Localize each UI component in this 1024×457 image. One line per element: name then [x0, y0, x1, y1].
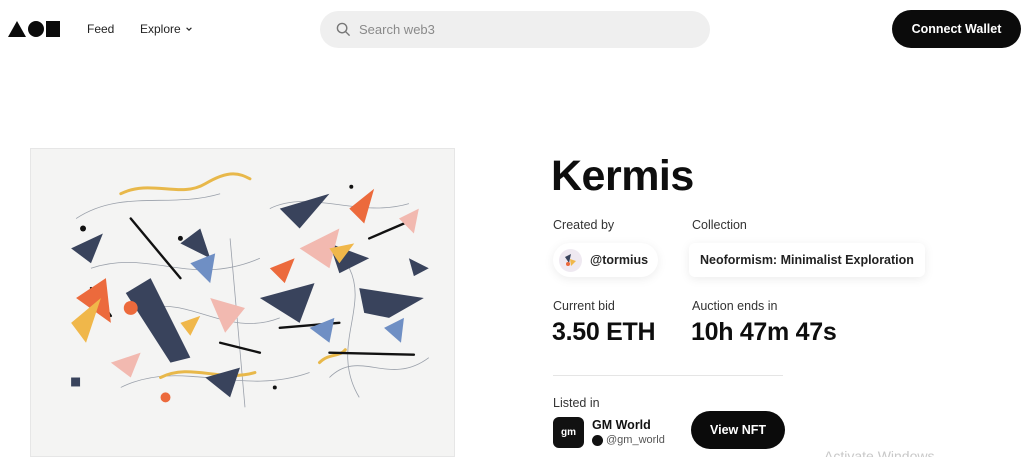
view-nft-button[interactable]: View NFT: [691, 411, 785, 449]
collection-label: Collection: [692, 218, 747, 232]
nft-artwork-image[interactable]: [30, 148, 455, 457]
search-input[interactable]: [359, 22, 679, 37]
gm-world-logo-text: gm: [561, 427, 576, 438]
search-bar[interactable]: [320, 11, 710, 48]
chevron-down-icon: [185, 27, 192, 31]
collection-chip[interactable]: Neoformism: Minimalist Exploration: [689, 243, 925, 277]
creator-chip[interactable]: @tormius: [553, 243, 659, 277]
nav-feed-link[interactable]: Feed: [87, 22, 114, 36]
listed-in-handle-row[interactable]: @gm_world: [592, 434, 665, 446]
nav-explore-dropdown[interactable]: Explore: [140, 22, 193, 36]
auction-ends-label: Auction ends in: [692, 299, 778, 313]
listed-in-name[interactable]: GM World: [592, 418, 651, 432]
collection-name: Neoformism: Minimalist Exploration: [700, 253, 914, 267]
nav-explore-label: Explore: [140, 22, 181, 36]
nav-feed-label: Feed: [87, 22, 115, 36]
listed-in-handle: @gm_world: [606, 434, 665, 446]
section-divider: [553, 375, 783, 376]
nft-title: Kermis: [551, 152, 694, 200]
creator-handle: @tormius: [590, 253, 649, 267]
auction-countdown: 10h 47m 47s: [691, 318, 837, 346]
abstract-artwork: [71, 172, 430, 408]
os-activation-watermark: Activate Windows: [824, 448, 935, 457]
brand-logo-icon[interactable]: [8, 20, 60, 38]
connect-wallet-button[interactable]: Connect Wallet: [892, 10, 1021, 48]
gm-world-logo[interactable]: gm: [553, 417, 584, 448]
top-navigation-bar: Feed Explore Connect Wallet: [0, 0, 1024, 60]
listed-in-label: Listed in: [553, 396, 600, 410]
current-bid-value: 3.50 ETH: [552, 318, 656, 346]
created-by-label: Created by: [553, 218, 615, 232]
creator-avatar: [559, 248, 582, 272]
gm-world-mini-icon: [592, 434, 603, 446]
search-icon: [336, 22, 351, 37]
current-bid-label: Current bid: [553, 299, 615, 313]
